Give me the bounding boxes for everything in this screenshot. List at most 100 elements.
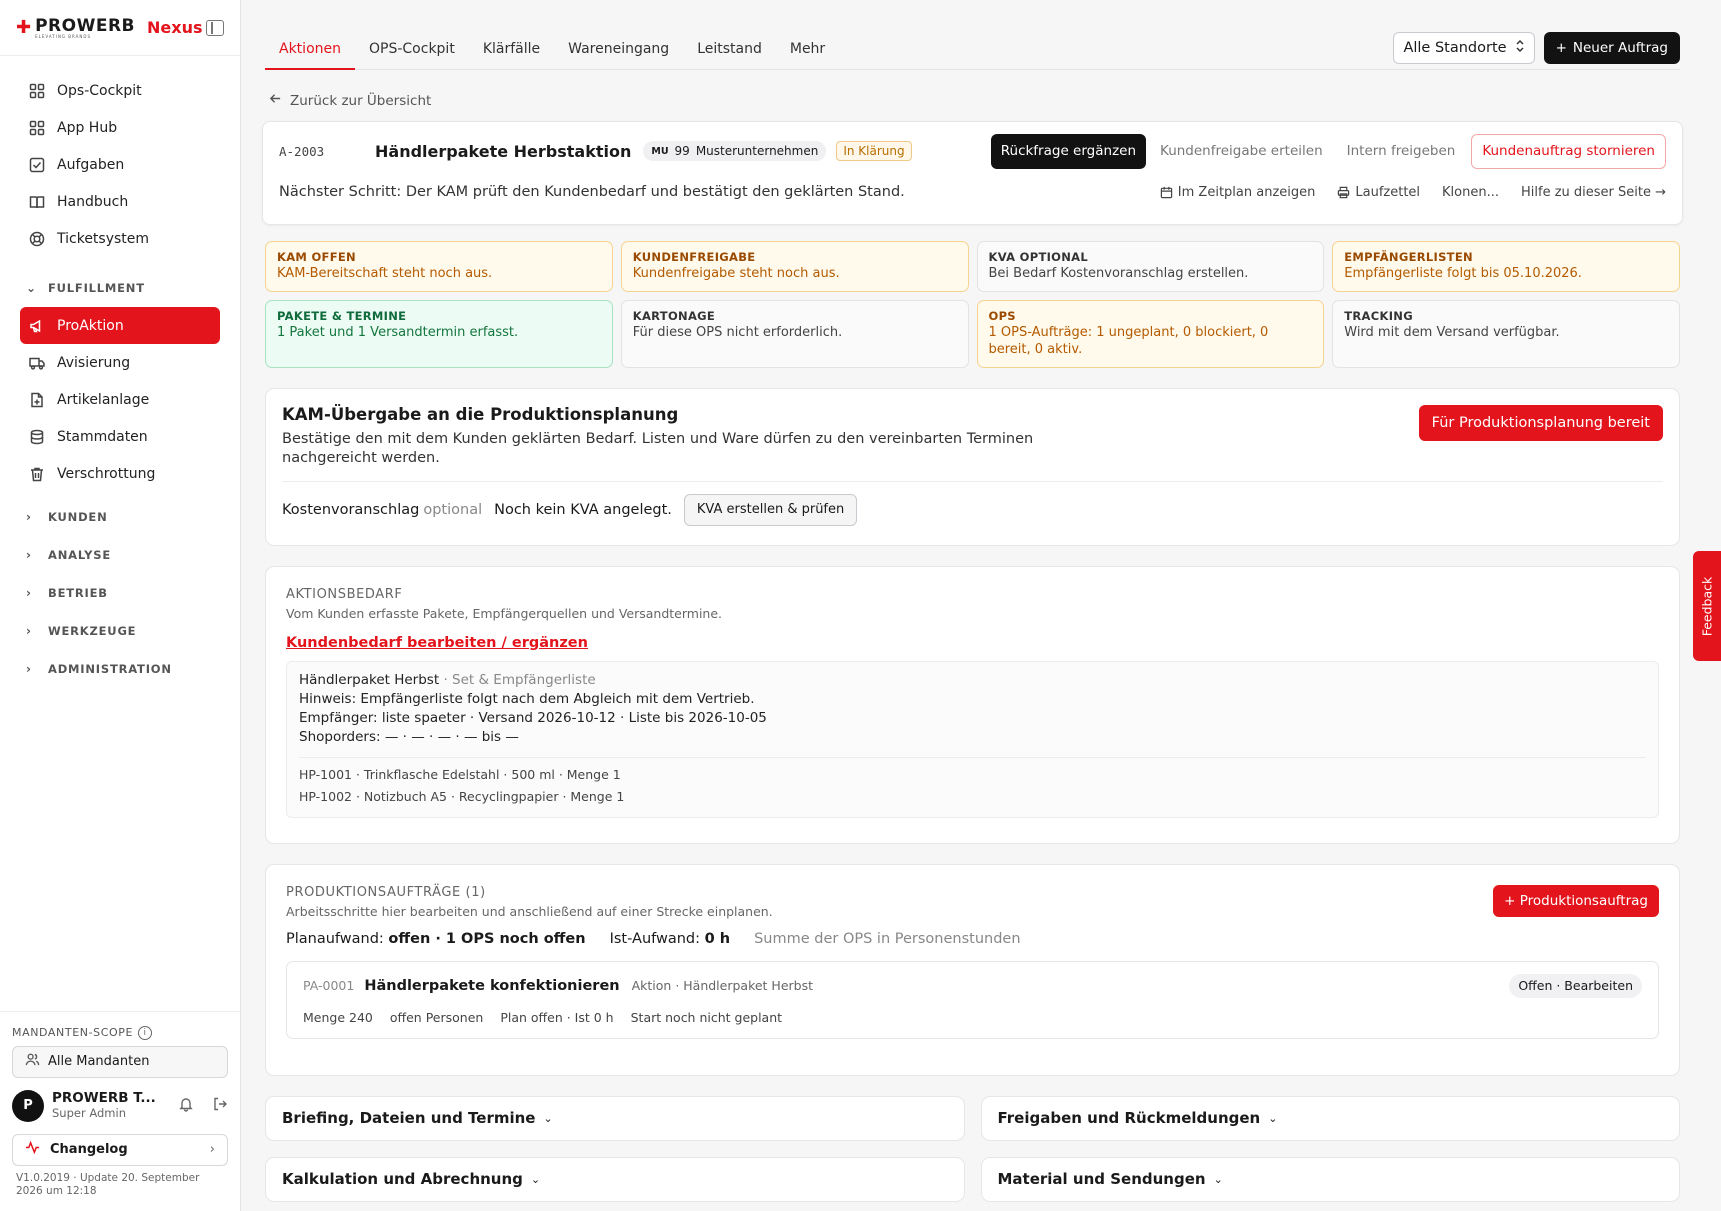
sidebar-item-label: Ops-Cockpit [57,82,142,99]
sidebar-section-fulfillment[interactable]: ⌄ FULFILLMENT [20,269,220,307]
status-tile-text: Für diese OPS nicht erforderlich. [632,324,843,340]
chevron-right-icon: › [26,662,32,676]
brand-name: PROWERB [35,16,136,36]
schedule-link[interactable]: Im Zeitplan anzeigen [1160,185,1315,200]
sidebar-item-handbuch[interactable]: Handbuch [20,183,220,220]
sidebar-item-avisierung[interactable]: Avisierung [20,344,220,381]
sidebar-item-label: Ticketsystem [57,230,150,247]
plan-label: Planaufwand: [286,930,384,947]
client-badge[interactable]: MU 99 Musterunternehmen [643,141,827,161]
section-label: PRODUKTIONSAUFTRÄGE (1) [286,884,486,900]
tab-mehr[interactable]: Mehr [776,29,839,69]
users-icon [25,1052,40,1071]
accordion-material[interactable]: Material und Sendungen ⌄ [980,1156,1680,1202]
scope-select[interactable]: Alle Mandanten [12,1045,228,1078]
sidebar-section-betrieb[interactable]: › BETRIEB [20,574,220,612]
bell-icon[interactable] [178,1096,194,1116]
status-tile-label: KARTONAGE [632,308,716,323]
pa-meta: Aktion · Händlerpaket Herbst [631,978,814,994]
slip-link[interactable]: Laufzettel [1337,185,1420,200]
sidebar-item-label: Aufgaben [57,156,125,173]
tab-ops-cockpit[interactable]: OPS-Cockpit [355,29,469,69]
status-tile-label: TRACKING [1344,308,1413,323]
sidebar-section-analyse[interactable]: › ANALYSE [20,536,220,574]
accordion-freigaben[interactable]: Freigaben und Rückmeldungen ⌄ [980,1095,1680,1141]
section-label: AKTIONSBEDARF [286,586,403,602]
sidebar-section-administration[interactable]: › ADMINISTRATION [20,650,220,688]
accordion-kalkulation[interactable]: Kalkulation und Abrechnung ⌄ [265,1156,965,1202]
sidebar-collapse-icon[interactable] [206,19,224,36]
sidebar-section-label: ANALYSE [48,548,112,562]
sidebar-item-app-hub[interactable]: App Hub [20,109,220,146]
sidebar-item-stammdaten[interactable]: Stammdaten [20,418,220,455]
edit-demand-link[interactable]: Kundenbedarf bearbeiten / ergänzen [286,635,588,651]
status-grid: KAM OFFEN KAM-Bereitschaft steht noch au… [265,241,1680,368]
accordion-label: Kalkulation und Abrechnung [282,1170,523,1189]
add-inquiry-button[interactable]: Rückfrage ergänzen [990,133,1147,169]
brand-logo[interactable]: ✚ PROWERB ELEVATING BRANDS Nexus [16,16,203,39]
section-subtitle: Arbeitsschritte hier bearbeiten und ansc… [286,903,773,919]
client-number: 99 [674,144,690,158]
sidebar-item-label: Verschrottung [57,465,156,482]
list-item: HP-1001 · Trinkflasche Edelstahl · 500 m… [299,766,621,782]
status-tile-kartonage: KARTONAGE Für diese OPS nicht erforderli… [620,299,969,368]
sidebar-item-verschrottung[interactable]: Verschrottung [20,455,220,492]
sidebar-section-label: WERKZEUGE [48,624,137,638]
order-id: A-2003 [279,143,325,159]
chevron-updown-icon [1515,39,1525,57]
changelog-button[interactable]: Changelog › [12,1133,228,1166]
customer-release-button[interactable]: Kundenfreigabe erteilen [1150,134,1333,169]
feedback-label: Feedback [1699,576,1715,636]
tab-bar: Aktionen OPS-Cockpit Klärfälle Wareneing… [265,29,839,70]
sidebar-item-ops-cockpit[interactable]: Ops-Cockpit [20,72,220,109]
tab-klaerfaelle[interactable]: Klärfälle [469,29,554,69]
sidebar-section-kunden[interactable]: › KUNDEN [20,498,220,536]
status-tile-label: KVA OPTIONAL [988,250,1088,264]
status-tile-tracking: TRACKING Wird mit dem Versand verfügbar. [1332,299,1680,368]
package-type: · Set & Empfängerliste [443,671,596,688]
list-item: HP-1002 · Notizbuch A5 · Recyclingpapier… [299,788,625,804]
internal-release-button[interactable]: Intern freigeben [1337,134,1466,169]
sidebar-nav: Ops-Cockpit App Hub Aufgaben Handbuch Ti… [0,56,240,688]
printer-icon [1337,186,1350,199]
new-order-button[interactable]: + Neuer Auftrag [1543,32,1680,64]
feedback-tab[interactable]: Feedback [1693,551,1721,661]
chevron-down-icon: ⌄ [26,281,37,295]
user-name: PROWERB T... [52,1090,156,1107]
sidebar-item-ticketsystem[interactable]: Ticketsystem [20,220,220,257]
add-production-order-button[interactable]: + Produktionsauftrag [1493,884,1659,917]
sidebar-section-werkzeuge[interactable]: › WERKZEUGE [20,612,220,650]
tab-aktionen[interactable]: Aktionen [265,29,355,70]
kam-description: Bestätige den mit dem Kunden geklärten B… [282,430,1034,467]
logout-icon[interactable] [212,1096,228,1116]
tab-wareneingang[interactable]: Wareneingang [554,29,683,69]
location-select[interactable]: Alle Standorte [1393,32,1535,64]
tab-leitstand[interactable]: Leitstand [683,29,776,69]
cancel-order-button[interactable]: Kundenauftrag stornieren [1471,133,1666,169]
status-tile-text: Bei Bedarf Kostenvoranschlag erstellen. [988,266,1249,281]
accordion-briefing[interactable]: Briefing, Dateien und Termine ⌄ [265,1095,965,1141]
info-icon[interactable]: i [138,1025,153,1040]
sidebar-item-label: Artikelanlage [57,391,150,408]
help-link[interactable]: Hilfe zu dieser Seite → [1521,185,1666,200]
chevron-down-icon: ⌄ [530,1172,541,1186]
pa-status-button[interactable]: Offen · Bearbeiten [1509,973,1642,998]
status-tile-label: KUNDENFREIGABE [632,250,756,264]
back-link[interactable]: Zurück zur Übersicht [265,92,1680,109]
sidebar-item-artikelanlage[interactable]: Artikelanlage [20,381,220,418]
sidebar-item-proaktion[interactable]: ProAktion [20,307,220,344]
sidebar-item-label: ProAktion [57,317,124,334]
status-tile-text: KAM-Bereitschaft steht noch aus. [277,266,493,281]
sidebar: ✚ PROWERB ELEVATING BRANDS Nexus Ops-Coc… [0,0,241,1211]
avatar[interactable]: P [12,1089,44,1122]
production-order-row[interactable]: PA-0001 Händlerpakete konfektionieren Ak… [286,960,1659,1039]
sidebar-item-label: Avisierung [57,354,131,371]
ready-for-planning-button[interactable]: Für Produktionsplanung bereit [1418,404,1663,441]
chevron-right-icon: › [209,1142,215,1158]
clone-link[interactable]: Klonen... [1442,185,1499,200]
create-kva-button[interactable]: KVA erstellen & prüfen [683,493,858,526]
client-code: MU [651,145,669,157]
pa-detail: offen Personen [389,1009,484,1025]
next-step-text: Nächster Schritt: Der KAM prüft den Kund… [279,184,905,200]
sidebar-item-aufgaben[interactable]: Aufgaben [20,146,220,183]
